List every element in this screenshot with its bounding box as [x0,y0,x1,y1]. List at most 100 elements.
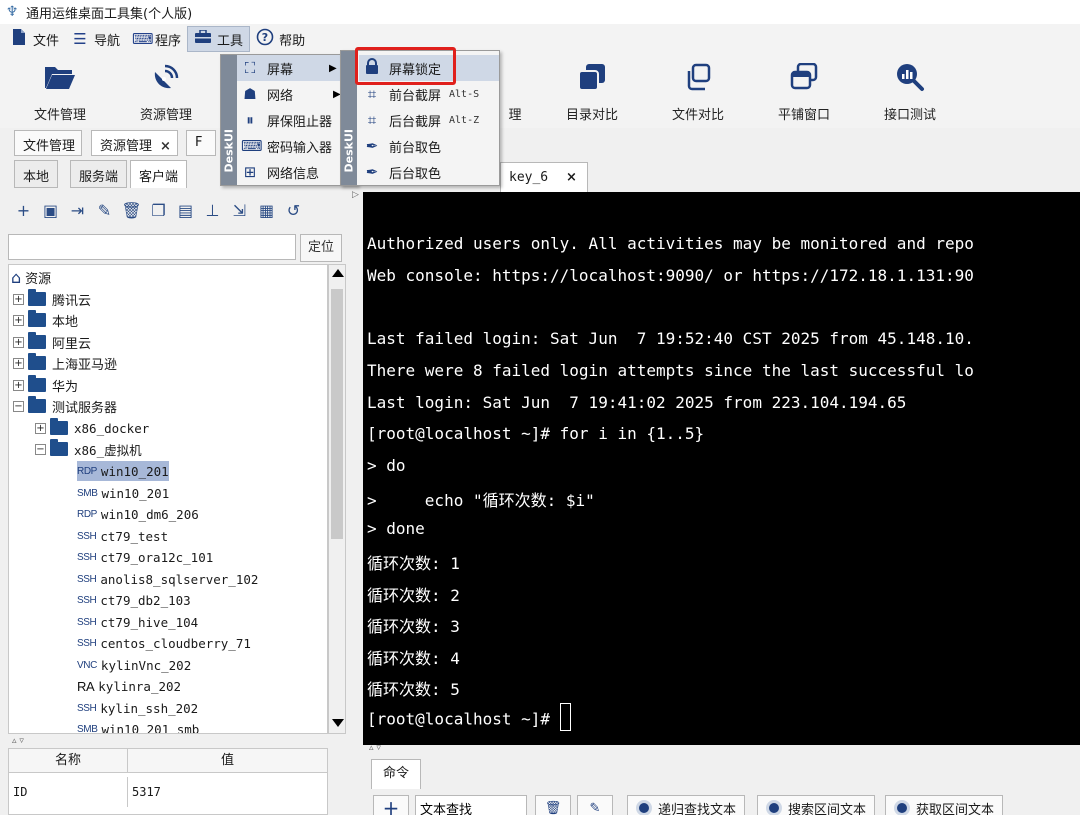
close-icon[interactable]: × [566,170,577,185]
paste-icon[interactable]: ▤ [176,201,195,220]
tree-leaf[interactable]: VNC kylinVnc_202 [77,655,191,675]
resource-manager-button[interactable]: 资源管理 [116,60,216,126]
expand-icon[interactable]: + [13,293,24,305]
menu-program[interactable]: ⌨ 程序 [126,25,187,53]
tree-leaf[interactable]: SSH anolis8_sqlserver_102 [77,569,258,589]
expand-icon[interactable]: + [13,357,24,369]
tree-leaf[interactable]: SSH centos_cloudberry_71 [77,633,251,653]
tree-root[interactable]: ⌂ 资源 [11,267,51,287]
tab-partial[interactable]: F [186,130,216,156]
menu-item-background-color-picker[interactable]: ✒ 后台取色 [363,159,441,185]
menu-item-foreground-color-picker[interactable]: ✒ 前台取色 [363,133,441,159]
edit-icon[interactable]: ✎ [95,201,114,220]
folder-icon [28,289,46,306]
terminal-line: 循环次数: 4 [367,649,460,668]
menu-file[interactable]: 文件 [4,25,65,53]
close-icon[interactable]: × [160,139,171,154]
tree-leaf[interactable]: SMB win10_201 [77,483,169,503]
recursive-find-button[interactable]: 递归查找文本 [627,795,746,815]
tree-leaf[interactable]: SSH ct79_test [77,526,168,546]
scroll-down-icon[interactable] [332,719,344,727]
menu-help[interactable]: ? 帮助 [250,25,311,53]
tree-leaf[interactable]: RA kylinra_202 [77,676,181,696]
scroll-up-icon[interactable] [332,269,344,277]
collapse-triangle-icon[interactable]: ▷ [352,190,359,200]
tree-scrollbar[interactable] [328,264,346,734]
tree-subgroup[interactable]: − x86_虚拟机 [35,439,142,459]
tree-leaf[interactable]: SMB win10_201_smb [77,719,199,734]
pin-icon[interactable]: ⊥ [203,201,222,220]
tree-group[interactable]: + 腾讯云 [13,289,91,309]
tree-group[interactable]: + 阿里云 [13,332,91,352]
splitter-handle-icon[interactable]: ▵ ▿ [12,736,24,746]
tile-window-button[interactable]: 平铺窗口 [754,60,854,126]
crop-icon: ⌗ [367,85,377,103]
menu-item-screen[interactable]: ⛶ 屏幕 ▶ [237,55,357,81]
windows-icon [787,60,821,94]
tree-leaf[interactable]: SSH ct79_ora12c_101 [77,547,213,567]
tree-group[interactable]: + 华为 [13,375,78,395]
splitter-handle-icon[interactable]: ▵ ▿ [369,743,381,753]
tree-leaf[interactable]: SSH ct79_hive_104 [77,612,198,632]
folder-icon [28,353,46,370]
menu-bar: 文件 ☰ 导航 ⌨ 程序 工具 ? 帮助 [0,24,1080,54]
copy-icon [681,60,715,94]
get-range-button[interactable]: 获取区间文本 [885,795,1004,815]
folder-icon [28,310,46,327]
menu-navigate[interactable]: ☰ 导航 [65,25,126,53]
tab-command[interactable]: 命令 [371,759,421,789]
add-icon[interactable]: + [373,795,409,815]
locate-button[interactable]: 定位 [300,234,342,262]
tab-terminal[interactable]: key_6 × [500,162,588,192]
file-compare-button[interactable]: 文件对比 [648,60,748,126]
prop-key: ID [13,785,28,799]
menu-item-network[interactable]: ☗ 网络 ▶ [241,81,340,107]
expand-icon[interactable]: + [13,314,24,326]
tree-leaf[interactable]: SSH ct79_db2_103 [77,590,191,610]
collapse-icon[interactable]: − [13,400,24,412]
expand-icon[interactable]: + [13,379,24,391]
tree-leaf[interactable]: SSH kylin_ssh_202 [77,698,198,718]
tree-group[interactable]: − 测试服务器 [13,396,117,416]
terminal-line: Web console: https://localhost:9090/ or … [367,266,974,285]
expand-icon[interactable]: + [35,422,46,434]
export-icon[interactable]: ⇲ [230,201,249,220]
menu-item-background-screenshot[interactable]: ⌗ 后台截屏 Alt-Z [363,107,479,133]
text-search-input[interactable] [415,795,527,815]
tree-leaf[interactable]: RDP win10_201 [77,461,169,481]
import-icon[interactable]: ⇥ [68,201,87,220]
delete-icon[interactable]: 🗑 [535,795,571,815]
tree-subgroup[interactable]: + x86_docker [35,418,149,438]
save-icon[interactable]: ▦ [257,201,276,220]
tree-search-input[interactable] [8,234,296,260]
dir-compare-button[interactable]: 目录对比 [542,60,642,126]
api-test-button[interactable]: 接口测试 [860,60,960,126]
tree-group[interactable]: + 本地 [13,310,78,330]
search-range-button[interactable]: 搜索区间文本 [757,795,876,815]
scroll-thumb[interactable] [331,289,343,539]
add-icon[interactable]: + [14,201,33,220]
add-folder-icon[interactable]: ▣ [41,201,60,220]
tree-leaf[interactable]: RDP win10_dm6_206 [77,504,199,524]
menu-tools[interactable]: 工具 [187,26,251,52]
tab-server[interactable]: 服务端 [70,160,128,188]
tab-resource-manager[interactable]: 资源管理 × [91,130,178,156]
collapse-icon[interactable]: − [35,443,46,455]
file-manager-button[interactable]: 文件管理 [10,60,110,126]
terminal[interactable]: Authorized users only. All activities ma… [363,192,1080,745]
tree-group[interactable]: + 上海亚马逊 [13,353,117,373]
refresh-icon[interactable]: ↺ [284,201,303,220]
tab-file-manager[interactable]: 文件管理 [14,130,83,156]
copy-icon[interactable]: ❐ [149,201,168,220]
sitemap-icon: ⊞ [243,163,257,181]
eyedropper-icon: ✒ [365,137,379,155]
edit-icon[interactable]: ✎ [577,795,613,815]
tab-client[interactable]: 客户端 [130,160,188,188]
tab-local[interactable]: 本地 [14,160,59,188]
menu-item-network-info[interactable]: ⊞ 网络信息 [241,159,319,185]
menu-item-password-input[interactable]: ⌨ 密码输入器 [241,133,332,159]
menu-item-screensaver-blocker[interactable]: ⏸ 屏保阻止器 [241,107,332,133]
delete-icon[interactable]: 🗑 [121,201,141,220]
window-title: 通用运维桌面工具集(个人版) [26,6,193,22]
expand-icon[interactable]: + [13,336,24,348]
